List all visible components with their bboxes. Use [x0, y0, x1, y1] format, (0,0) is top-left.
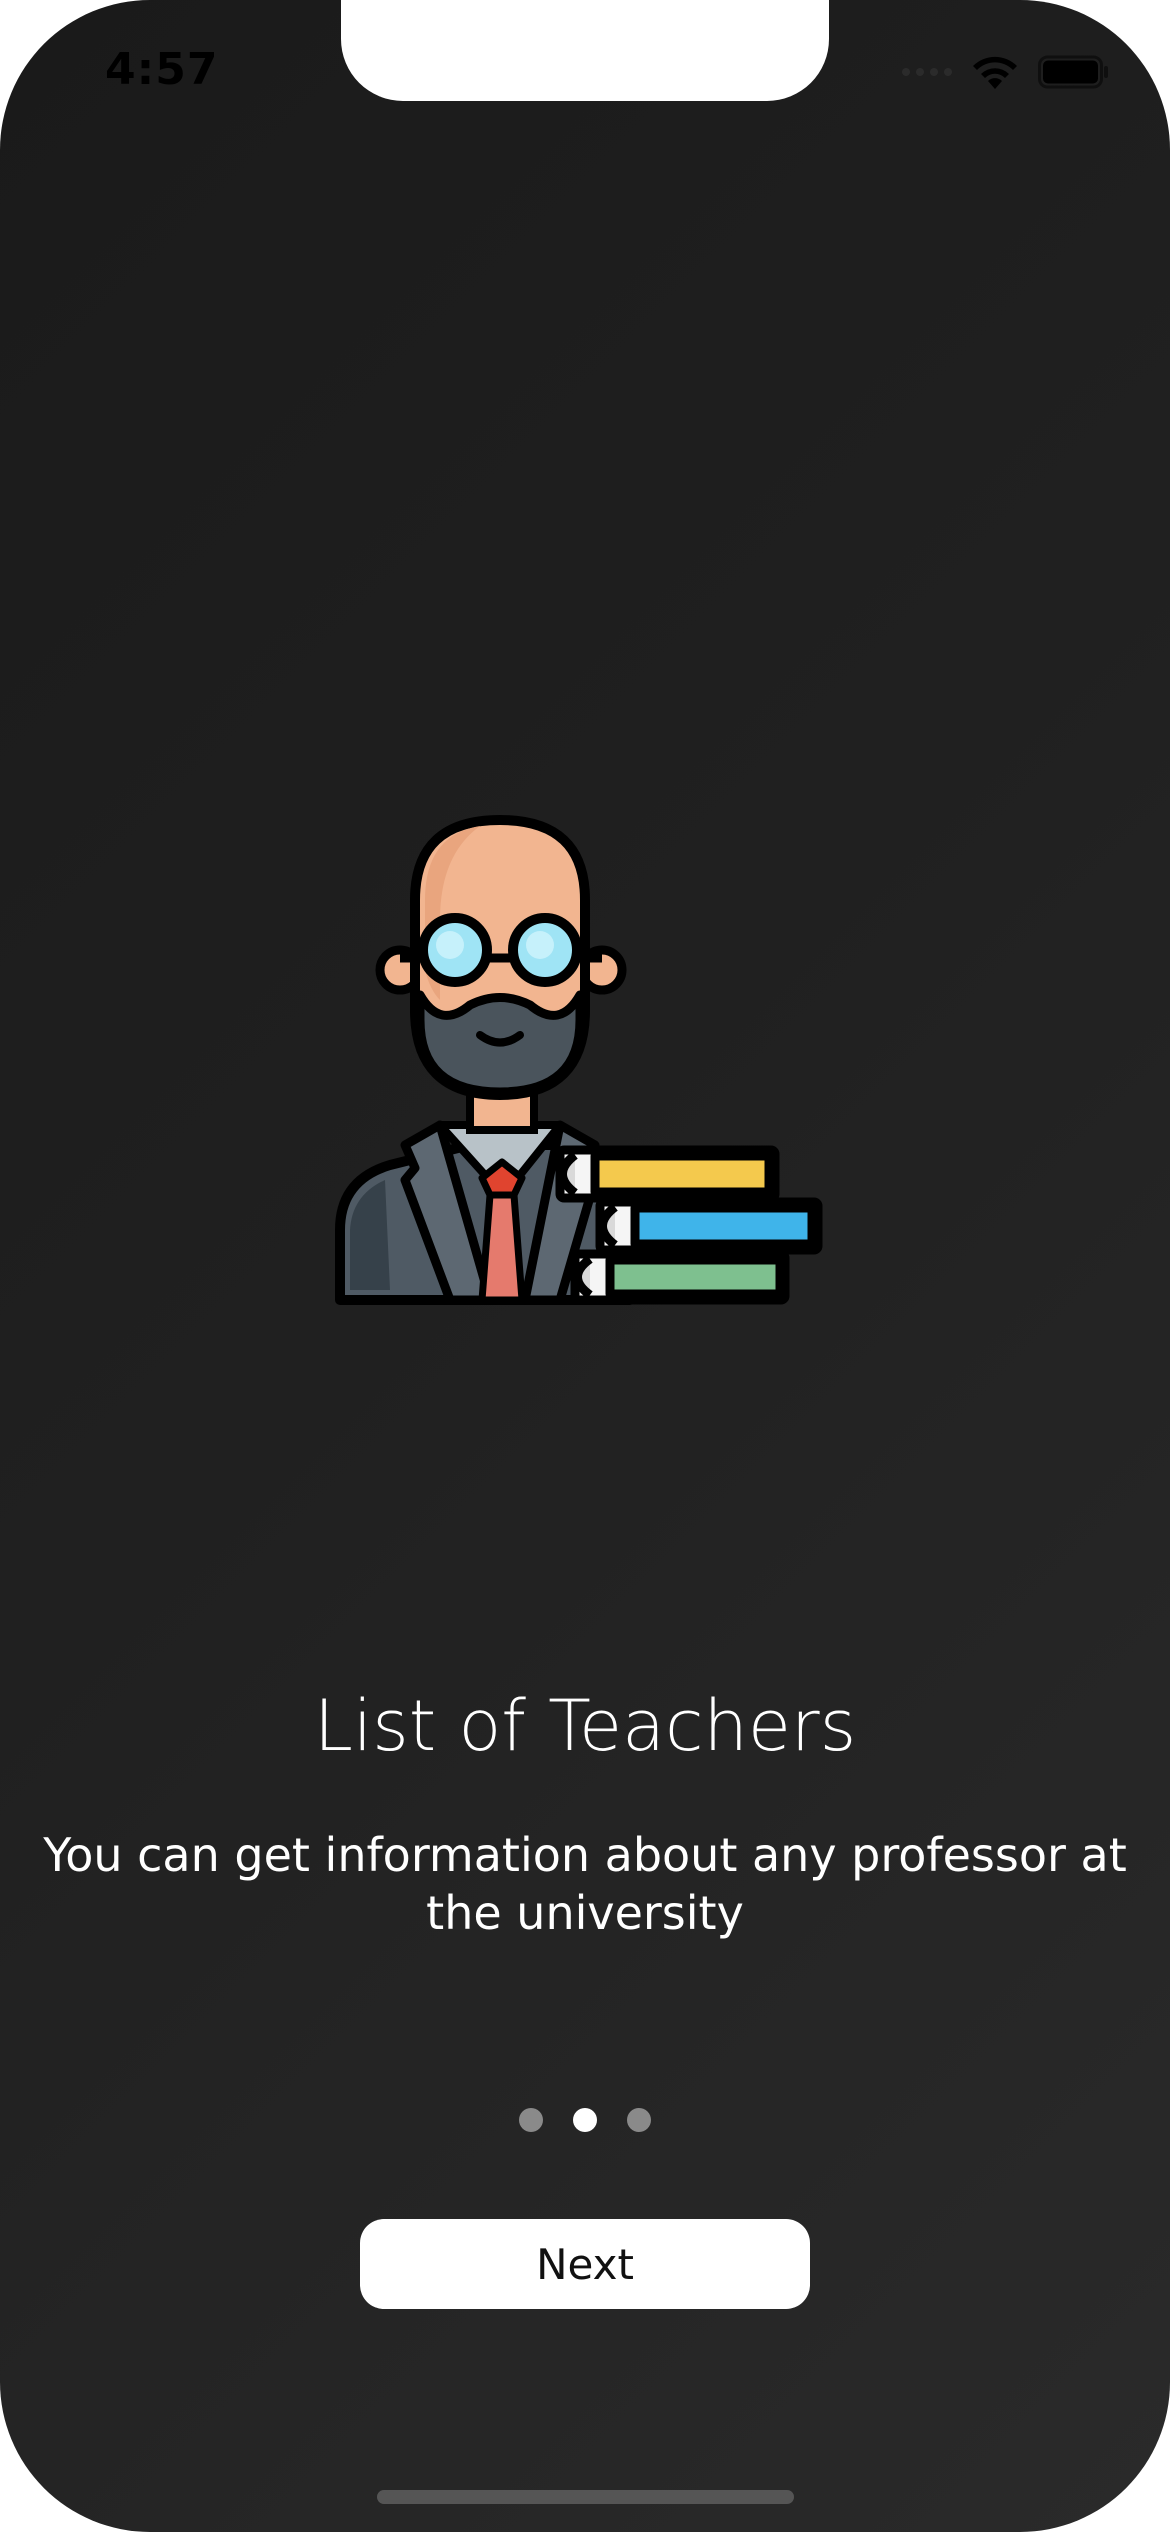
page-description: You can get information about any profes…	[43, 1828, 1127, 1940]
phone-screen: 4:57 List of Teachers You can get inform…	[0, 0, 1170, 2532]
next-button[interactable]: Next	[360, 2219, 810, 2309]
books	[555, 1145, 823, 1305]
home-indicator[interactable]	[377, 2490, 794, 2504]
battery-icon	[1038, 55, 1108, 89]
device-notch	[341, 0, 829, 101]
cellular-signal-icon	[902, 68, 952, 76]
page-dot-3[interactable]	[627, 2108, 651, 2132]
page-dot-2-active[interactable]	[573, 2108, 597, 2132]
page-indicator[interactable]	[0, 2108, 1170, 2132]
wifi-icon	[973, 56, 1017, 89]
teacher-with-books-icon	[335, 814, 823, 1305]
status-icons	[902, 52, 1110, 92]
status-time: 4:57	[105, 44, 219, 95]
page-dot-1[interactable]	[519, 2108, 543, 2132]
page-title: List of Teachers	[313, 1685, 857, 1767]
